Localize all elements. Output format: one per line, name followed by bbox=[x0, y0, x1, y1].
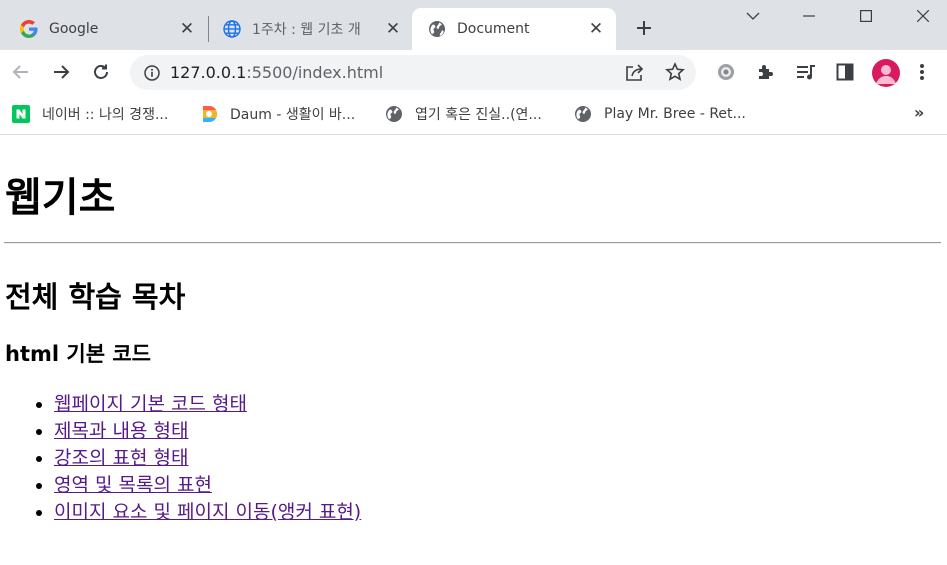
section-heading: 전체 학습 목차 bbox=[5, 280, 186, 314]
page-content: 웹기초 전체 학습 목차 html 기본 코드 웹페이지 기본 코드 형태 제목… bbox=[0, 136, 947, 565]
list-item: 영역 및 목록의 표현 bbox=[54, 472, 361, 499]
close-icon[interactable]: ✕ bbox=[586, 19, 606, 39]
maximize-button[interactable] bbox=[843, 2, 889, 30]
bookmark-label: Play Mr. Bree - Ret... bbox=[604, 106, 746, 122]
bookmark-label: 네이버 :: 나의 경쟁... bbox=[42, 107, 169, 123]
toc-link-area-list[interactable]: 영역 및 목록의 표현 bbox=[54, 474, 212, 496]
bookmark-label: 엽기 혹은 진실..(연... bbox=[415, 107, 542, 123]
tab-title: Document bbox=[457, 21, 530, 37]
close-icon[interactable]: ✕ bbox=[177, 19, 197, 39]
daum-icon bbox=[200, 105, 218, 123]
url-path: :5500/index.html bbox=[246, 63, 384, 82]
profile-avatar[interactable] bbox=[872, 59, 900, 87]
tab-title: Google bbox=[49, 21, 99, 37]
new-tab-button[interactable] bbox=[632, 16, 656, 40]
subsection-heading: html 기본 코드 bbox=[5, 342, 151, 366]
list-item: 제목과 내용 형태 bbox=[54, 418, 361, 445]
bookmarks-bar: 네이버 :: 나의 경쟁... Daum - 생활이 바... 엽기 혹은 진실… bbox=[0, 94, 947, 135]
reload-button[interactable] bbox=[87, 58, 115, 86]
tab-title: 1주차 : 웹 기초 개 bbox=[252, 22, 361, 38]
close-window-button[interactable] bbox=[900, 2, 946, 30]
url-text: 127.0.0.1:5500/index.html bbox=[170, 63, 383, 82]
bookmark-mr-bree[interactable]: Play Mr. Bree - Ret... bbox=[574, 103, 746, 125]
media-control-icon[interactable] bbox=[792, 58, 820, 86]
globe-icon bbox=[574, 105, 592, 123]
tab-search-button[interactable] bbox=[730, 2, 776, 30]
toc-link-image-anchor[interactable]: 이미지 요소 및 페이지 이동(앵커 표현) bbox=[54, 501, 361, 523]
minimize-button[interactable] bbox=[786, 2, 832, 30]
globe-icon bbox=[428, 20, 446, 38]
toolbar: 127.0.0.1:5500/index.html bbox=[0, 50, 947, 94]
naver-icon bbox=[12, 105, 30, 123]
list-item: 강조의 표현 형태 bbox=[54, 445, 361, 472]
url-host: 127.0.0.1 bbox=[170, 63, 247, 82]
toc-link-emphasis[interactable]: 강조의 표현 형태 bbox=[54, 447, 188, 469]
bookmark-yeopgi[interactable]: 엽기 혹은 진실..(연... bbox=[385, 103, 542, 125]
globe-icon bbox=[385, 105, 403, 123]
tab-google[interactable]: Google ✕ bbox=[0, 8, 207, 50]
browser-chrome: Google ✕ 1주차 : 웹 기초 개 ✕ Document ✕ 127.0… bbox=[0, 0, 947, 136]
extension-gear-icon[interactable] bbox=[712, 58, 740, 86]
globe-icon bbox=[223, 20, 241, 38]
list-item: 이미지 요소 및 페이지 이동(앵커 표현) bbox=[54, 499, 361, 526]
bookmark-daum[interactable]: Daum - 생활이 바... bbox=[200, 103, 355, 125]
address-bar[interactable]: 127.0.0.1:5500/index.html bbox=[130, 55, 696, 90]
more-bookmarks-button[interactable]: » bbox=[914, 103, 924, 122]
share-icon[interactable] bbox=[625, 63, 645, 81]
tab-strip: Google ✕ 1주차 : 웹 기초 개 ✕ Document ✕ bbox=[0, 0, 947, 50]
toc-link-title-content[interactable]: 제목과 내용 형태 bbox=[54, 420, 188, 442]
star-icon[interactable] bbox=[665, 62, 685, 82]
toc-list: 웹페이지 기본 코드 형태 제목과 내용 형태 강조의 표현 형태 영역 및 목… bbox=[0, 391, 361, 526]
page-title: 웹기초 bbox=[5, 175, 116, 221]
toc-link-basic-code[interactable]: 웹페이지 기본 코드 형태 bbox=[54, 393, 247, 415]
back-button[interactable] bbox=[7, 58, 35, 86]
tab-lecture[interactable]: 1주차 : 웹 기초 개 ✕ bbox=[203, 8, 413, 50]
info-icon[interactable] bbox=[144, 64, 160, 81]
bookmark-naver[interactable]: 네이버 :: 나의 경쟁... bbox=[12, 103, 168, 125]
bookmark-label: Daum - 생활이 바... bbox=[230, 107, 356, 123]
side-panel-icon[interactable] bbox=[831, 58, 859, 86]
google-icon bbox=[20, 20, 38, 38]
tab-document[interactable]: Document ✕ bbox=[412, 8, 616, 50]
forward-button[interactable] bbox=[47, 58, 75, 86]
extensions-puzzle-icon[interactable] bbox=[752, 58, 780, 86]
menu-kebab-icon[interactable] bbox=[908, 58, 936, 86]
list-item: 웹페이지 기본 코드 형태 bbox=[54, 391, 361, 418]
close-icon[interactable]: ✕ bbox=[383, 19, 403, 39]
divider bbox=[4, 242, 941, 244]
